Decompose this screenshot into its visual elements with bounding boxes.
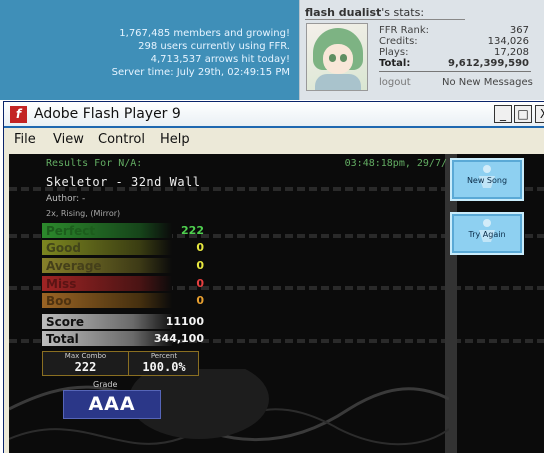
judgement-value: 0: [196, 294, 204, 307]
percent: Percent 100.0%: [130, 352, 198, 375]
window-title: Adobe Flash Player 9: [34, 106, 181, 122]
avatar[interactable]: [306, 23, 368, 91]
menu-view[interactable]: View: [53, 132, 84, 147]
score-label: Score: [46, 315, 85, 329]
stat-label: Credits:: [379, 36, 418, 47]
menu-control[interactable]: Control: [98, 132, 145, 147]
menubar: File View Control Help: [4, 129, 544, 151]
judgement-label: Average: [46, 259, 102, 273]
user-stats-panel: flash dualist's stats: FFR Rank: 367 Cre…: [299, 0, 544, 100]
try-again-button[interactable]: Try Again: [450, 212, 524, 255]
close-button[interactable]: X: [535, 105, 544, 123]
results-header: Results For N/A:: [46, 158, 143, 169]
judgement-good: Good 0: [42, 240, 204, 255]
game-area: Results For N/A: 03:48:18pm, 29/7/ Skele…: [9, 154, 544, 453]
stat-value: 367: [509, 25, 529, 36]
stat-value: 134,026: [487, 36, 529, 47]
results-timestamp: 03:48:18pm, 29/7/: [344, 158, 447, 169]
stat-credits: Credits: 134,026: [379, 36, 529, 47]
username[interactable]: flash dualist: [305, 6, 381, 19]
judgement-label: Boo: [46, 294, 72, 308]
flash-logo-icon: f: [10, 106, 27, 123]
members-count: 1,767,485 members and growing!: [119, 28, 290, 39]
combo-percent-box: Max Combo 222 Percent 100.0%: [42, 351, 199, 376]
window-titlebar[interactable]: f Adobe Flash Player 9 _ □ X: [4, 102, 544, 128]
stat-value: 9,612,399,590: [448, 58, 529, 69]
judgement-miss: Miss 0: [42, 276, 204, 291]
judgement-label: Perfect: [46, 224, 96, 238]
minimize-button[interactable]: _: [494, 105, 512, 123]
server-time: Server time: July 29th, 02:49:15 PM: [111, 67, 290, 78]
new-song-label: New Song: [466, 176, 508, 185]
grade-box: AAA: [63, 390, 161, 419]
stat-label: Plays:: [379, 47, 409, 58]
flash-player-window: f Adobe Flash Player 9 _ □ X File View C…: [3, 101, 544, 453]
judgement-value: 0: [196, 277, 204, 290]
score-value: 11100: [165, 315, 204, 328]
stat-label: Total:: [379, 58, 411, 69]
try-again-label: Try Again: [468, 230, 506, 239]
judgement-label: Miss: [46, 277, 77, 291]
grade-value: AAA: [88, 393, 136, 415]
user-stats-suffix: 's stats:: [381, 6, 425, 19]
total-label: Total: [46, 332, 79, 346]
judgement-value: 0: [196, 259, 204, 272]
song-title: Skeletor - 32nd Wall: [46, 175, 201, 189]
logout-link[interactable]: logout: [379, 77, 411, 88]
song-modifiers: 2x, Rising, (Mirror): [46, 209, 121, 218]
song-author: Author: -: [46, 194, 86, 204]
judgement-value: 0: [196, 241, 204, 254]
stat-rank: FFR Rank: 367: [379, 25, 529, 36]
messages-status[interactable]: No New Messages: [442, 77, 533, 88]
percent-value: 100.0%: [142, 360, 186, 374]
judgement-boo: Boo 0: [42, 293, 204, 308]
judgement-label: Good: [46, 241, 81, 255]
judgement-perfect: Perfect 222: [42, 223, 204, 238]
site-stats: 1,767,485 members and growing! 298 users…: [112, 27, 290, 79]
stat-label: FFR Rank:: [379, 25, 429, 36]
total-row: Total 344,100: [42, 331, 204, 346]
grade-label: Grade: [93, 380, 118, 389]
stat-plays: Plays: 17,208: [379, 47, 529, 58]
stats-divider: [379, 71, 531, 72]
max-combo: Max Combo 222: [43, 352, 129, 375]
new-song-button[interactable]: New Song: [450, 158, 524, 201]
stat-total: Total: 9,612,399,590: [379, 58, 529, 69]
arrows-hit: 4,713,537 arrows hit today!: [150, 54, 290, 65]
max-combo-value: 222: [74, 360, 97, 374]
user-stats-title: flash dualist's stats:: [305, 6, 465, 20]
maximize-button[interactable]: □: [514, 105, 532, 123]
score-row: Score 11100: [42, 314, 204, 329]
stat-value: 17,208: [494, 47, 529, 58]
judgement-value: 222: [181, 224, 204, 237]
menu-help[interactable]: Help: [160, 132, 190, 147]
judgement-average: Average 0: [42, 258, 204, 273]
total-value: 344,100: [153, 332, 204, 345]
users-online: 298 users currently using FFR.: [138, 41, 290, 52]
menu-file[interactable]: File: [14, 132, 36, 147]
